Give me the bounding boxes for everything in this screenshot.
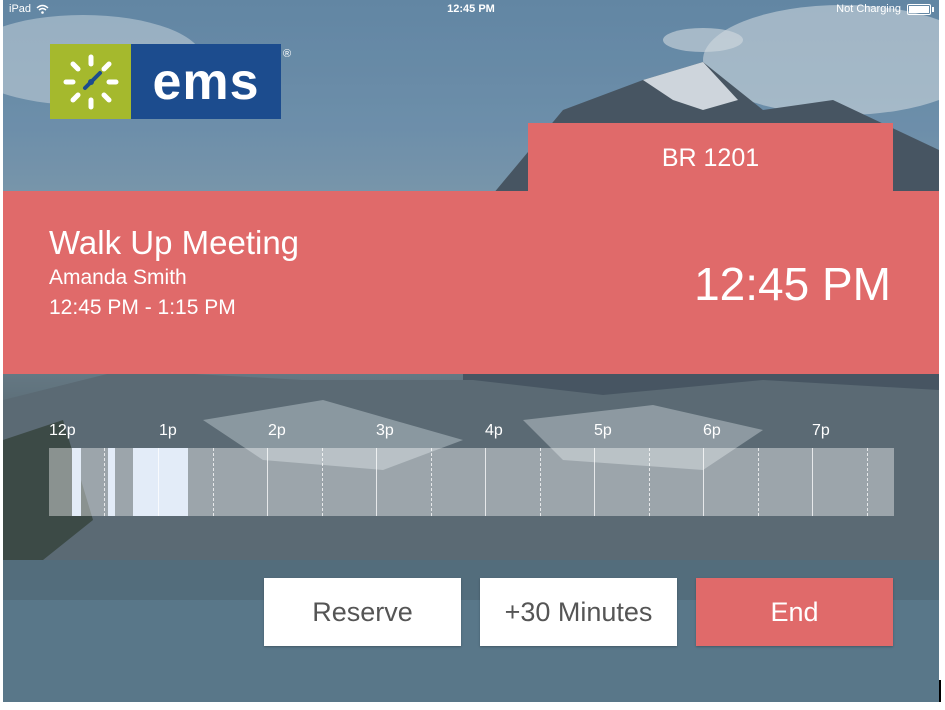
hour-label: 4p xyxy=(485,422,503,439)
end-meeting-button[interactable]: End xyxy=(696,578,893,646)
hour-label: 1p xyxy=(159,422,177,439)
half-hour-gridline xyxy=(322,448,323,516)
half-hour-gridline xyxy=(431,448,432,516)
battery-status: Not Charging xyxy=(836,3,901,15)
status-bar: iPad 12:45 PM Not Charging xyxy=(3,0,939,20)
hour-label: 7p xyxy=(812,422,830,439)
sun-icon xyxy=(50,44,131,119)
hour-gridline xyxy=(594,448,595,516)
logo-wordmark: ems xyxy=(131,44,281,119)
battery-icon xyxy=(907,3,934,15)
hour-label: 3p xyxy=(376,422,394,439)
half-hour-gridline xyxy=(213,448,214,516)
hour-gridline xyxy=(158,448,159,516)
half-hour-gridline xyxy=(540,448,541,516)
hour-gridline xyxy=(267,448,268,516)
registered-mark: ® xyxy=(283,48,292,60)
timeline-hour-labels: 12p 1p 2p 3p 4p 5p 6p 7p xyxy=(49,422,894,442)
reserve-button[interactable]: Reserve xyxy=(264,578,461,646)
hour-gridline xyxy=(812,448,813,516)
room-name: BR 1201 xyxy=(661,143,760,172)
hour-gridline xyxy=(376,448,377,516)
hour-label: 2p xyxy=(268,422,286,439)
half-hour-gridline xyxy=(867,448,868,516)
booked-block[interactable] xyxy=(108,448,115,516)
half-hour-gridline xyxy=(649,448,650,516)
meeting-organizer: Amanda Smith xyxy=(49,266,187,289)
schedule-timeline[interactable] xyxy=(49,448,894,516)
current-meeting-block[interactable] xyxy=(133,448,188,516)
ems-logo: ems ® xyxy=(50,44,291,119)
half-hour-gridline xyxy=(104,448,105,516)
meeting-title: Walk Up Meeting xyxy=(49,224,300,261)
current-meeting-panel: Walk Up Meeting Amanda Smith 12:45 PM - … xyxy=(3,191,939,374)
hour-label: 6p xyxy=(703,422,721,439)
text-cursor xyxy=(939,680,941,702)
meeting-time-range: 12:45 PM - 1:15 PM xyxy=(49,296,236,319)
status-time: 12:45 PM xyxy=(447,3,495,15)
half-hour-gridline xyxy=(758,448,759,516)
hour-label: 12p xyxy=(49,422,76,439)
room-display-screen: iPad 12:45 PM Not Charging ems ® BR 1201… xyxy=(3,0,939,702)
current-time-clock: 12:45 PM xyxy=(694,258,891,310)
hour-gridline xyxy=(485,448,486,516)
extend-30-minutes-button[interactable]: +30 Minutes xyxy=(480,578,677,646)
booked-block[interactable] xyxy=(72,448,81,516)
hour-gridline xyxy=(703,448,704,516)
room-name-tab: BR 1201 xyxy=(528,123,893,193)
hour-label: 5p xyxy=(594,422,612,439)
